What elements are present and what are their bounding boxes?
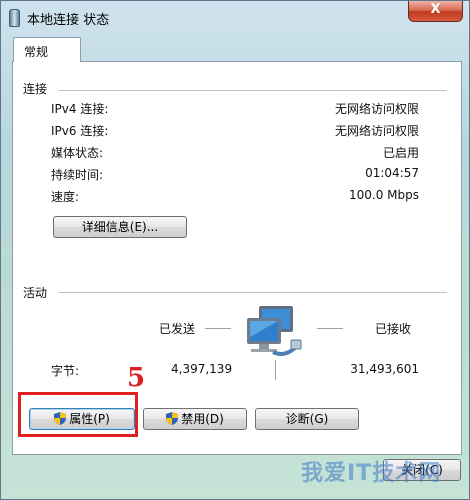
ipv4-value: 无网络访问权限 xyxy=(334,102,419,116)
highlight-box xyxy=(18,392,138,437)
window-title: 本地连接 状态 xyxy=(27,13,110,28)
disable-button[interactable]: 禁用(D) xyxy=(143,408,247,430)
speed-value: 100.0 Mbps xyxy=(348,188,419,202)
sent-label: 已发送 xyxy=(159,322,196,336)
bytes-label: 字节: xyxy=(51,364,80,378)
ipv6-value: 无网络访问权限 xyxy=(334,124,419,138)
bytes-sent-value: 4,397,139 xyxy=(171,362,233,376)
duration-label: 持续时间: xyxy=(51,168,104,182)
duration-value: 01:04:57 xyxy=(365,166,419,180)
ipv4-label: IPv4 连接: xyxy=(51,102,109,116)
connection-status-window: 本地连接 状态 X 常规 连接 IPv4 连接: 无网络访问权限 IPv6 连接… xyxy=(0,0,470,500)
sent-line xyxy=(205,328,231,329)
connection-divider xyxy=(59,90,447,91)
connection-section-title: 连接 xyxy=(23,82,48,96)
activity-section-title: 活动 xyxy=(23,286,48,300)
media-state-value: 已启用 xyxy=(382,146,419,160)
tab-general-label: 常规 xyxy=(24,45,49,59)
ipv6-label: IPv6 连接: xyxy=(51,124,109,138)
activity-divider xyxy=(59,292,447,293)
diagnose-button[interactable]: 诊断(G) xyxy=(255,408,359,430)
title-bar[interactable]: 本地连接 状态 X xyxy=(1,1,469,33)
tab-general[interactable]: 常规 xyxy=(13,37,81,62)
watermark: 我爱IT技术网 xyxy=(301,461,442,486)
uac-shield-icon xyxy=(166,412,179,425)
network-computers-icon xyxy=(247,306,302,356)
received-label: 已接收 xyxy=(375,322,412,336)
network-adapter-icon xyxy=(9,9,20,27)
details-button[interactable]: 详细信息(E)... xyxy=(53,216,187,238)
bytes-separator xyxy=(275,360,276,380)
close-window-button[interactable]: X xyxy=(408,1,463,22)
speed-label: 速度: xyxy=(51,190,80,204)
media-state-label: 媒体状态: xyxy=(51,146,104,160)
step-number-annotation: 5 xyxy=(127,363,146,393)
bytes-received-value: 31,493,601 xyxy=(350,362,419,376)
disable-button-label: 禁用(D) xyxy=(181,412,224,426)
received-line xyxy=(317,328,343,329)
